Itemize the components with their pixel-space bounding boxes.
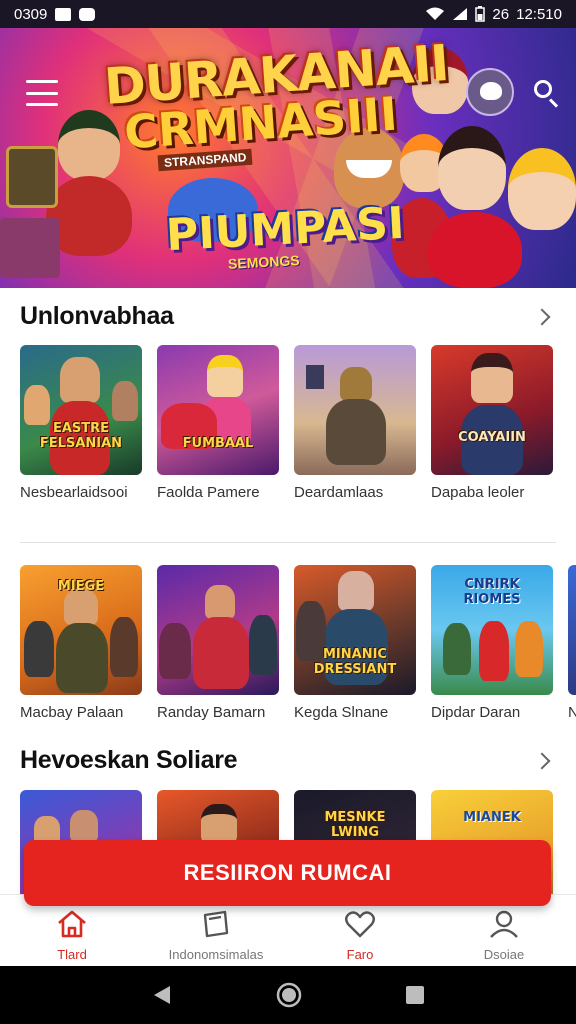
game-row-2: MIEGE Macbay Palaan Randay Bamarn MINANI… [20, 565, 576, 721]
game-row-1: EASTRE FELSANIAN Nesbearlaidsooi FUMBAAL… [20, 345, 553, 501]
game-art-text: EASTRE FELSANIAN [39, 421, 123, 451]
back-icon[interactable] [150, 983, 174, 1007]
game-card[interactable]: MINANIC DRESSIANT Kegda Slnane [294, 565, 416, 721]
game-title: Dapaba leoler [431, 484, 525, 501]
nav-label: Faro [346, 947, 374, 962]
chevron-right-icon[interactable] [532, 749, 556, 773]
game-art-text: MESNKE LWING [324, 810, 386, 840]
game-thumbnail: MINANIC DRESSIANT [294, 565, 416, 695]
game-thumbnail: COAYAIIN [431, 345, 553, 475]
home-icon [58, 910, 86, 938]
game-card[interactable]: Deardamlaas [294, 345, 416, 501]
section-header-3: Hevoeskan Soliare [20, 746, 556, 775]
search-button[interactable] [532, 78, 562, 108]
game-art-text: MINANIC DRESSIANT [313, 647, 397, 677]
game-card[interactable]: FUMBAAL Faolda Pamere [157, 345, 279, 501]
hamburger-icon-line [26, 91, 58, 95]
section-title: Hevoeskan Soliare [20, 746, 238, 774]
game-card[interactable]: CNRIRK RIOMES Dipdar Daran [431, 565, 553, 721]
user-avatar[interactable] [466, 68, 514, 116]
game-thumbnail: FUMBAAL [157, 345, 279, 475]
nav-label: Indonomsimalas [168, 947, 264, 962]
signal-icon [453, 8, 468, 20]
menu-button[interactable] [26, 80, 58, 106]
game-card[interactable]: MIEGE Macbay Palaan [20, 565, 142, 721]
game-card[interactable]: Randay Bamarn [157, 565, 279, 721]
game-title: Nesbearlaidsooi [20, 484, 128, 501]
game-art-text: MIANEK [463, 810, 521, 825]
shop-icon [203, 910, 229, 938]
app-screen: 0309 26 12:510 DURAKANAII CRMNASIII STRA… [0, 0, 576, 1024]
game-card[interactable]: Nu [568, 565, 576, 721]
game-thumbnail: MIEGE [20, 565, 142, 695]
home-circle-icon[interactable] [275, 981, 303, 1009]
nav-label: Tlard [57, 947, 87, 962]
hero-banner[interactable]: DURAKANAII CRMNASIII STRANSPAND PIUMPASI… [0, 28, 576, 288]
game-title: Deardamlaas [294, 484, 384, 501]
hamburger-icon-line [26, 80, 58, 83]
section-divider [20, 542, 556, 543]
search-icon [534, 80, 552, 98]
status-time: 0309 [14, 5, 48, 23]
battery-icon [475, 6, 486, 22]
section-title: Unlonvabhaa [20, 302, 174, 330]
notification-icon-2 [79, 7, 96, 21]
recents-icon[interactable] [404, 984, 426, 1006]
game-art-text: CNRIRK RIOMES [463, 577, 521, 607]
notification-icon [55, 7, 72, 21]
primary-cta-button[interactable]: RESIIRON RUMCAI [24, 840, 551, 906]
game-art-text: FUMBAAL [182, 436, 254, 451]
game-thumbnail [568, 565, 576, 695]
game-thumbnail [294, 345, 416, 475]
game-title: Macbay Palaan [20, 704, 124, 721]
game-art-text: MIEGE [57, 579, 105, 594]
system-navigation-bar [0, 966, 576, 1024]
game-title: Dipdar Daran [431, 704, 521, 721]
game-thumbnail: EASTRE FELSANIAN [20, 345, 142, 475]
game-title: Nu [568, 704, 576, 721]
heart-icon [345, 911, 375, 938]
status-bar: 0309 26 12:510 [0, 0, 576, 28]
hamburger-icon-line [26, 103, 58, 106]
game-card[interactable]: COAYAIIN Dapaba leoler [431, 345, 553, 501]
profile-icon [490, 910, 518, 938]
game-title: Randay Bamarn [157, 704, 266, 721]
section-header-1: Unlonvabhaa [20, 302, 556, 331]
game-card[interactable]: EASTRE FELSANIAN Nesbearlaidsooi [20, 345, 142, 501]
wifi-icon [426, 7, 445, 20]
battery-percent: 26 [492, 5, 510, 23]
nav-label: Dsoiae [483, 947, 525, 962]
game-thumbnail [157, 565, 279, 695]
status-clock: 12:510 [516, 5, 562, 23]
chevron-right-icon[interactable] [532, 305, 556, 329]
hero-subtitle: PIUMPASI [164, 197, 406, 262]
game-art-text: COAYAIIN [458, 430, 526, 445]
game-thumbnail: CNRIRK RIOMES [431, 565, 553, 695]
game-title: Kegda Slnane [294, 704, 389, 721]
game-title: Faolda Pamere [157, 484, 260, 501]
